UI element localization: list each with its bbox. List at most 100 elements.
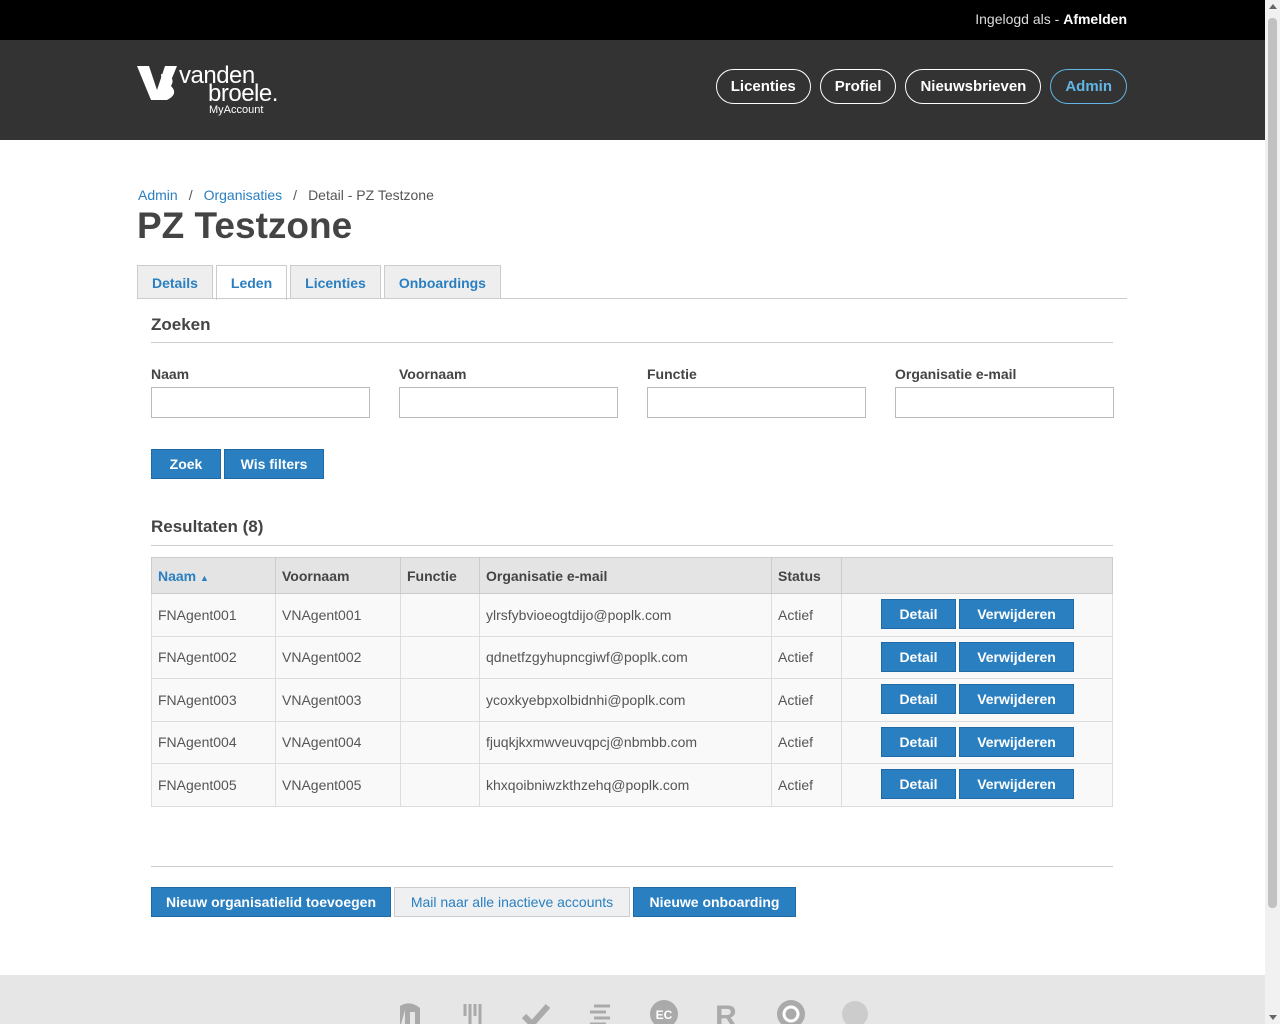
r-icon[interactable]: R	[712, 1000, 740, 1024]
tab-onboardings[interactable]: Onboardings	[383, 265, 501, 299]
detail-button[interactable]: Detail	[881, 641, 956, 672]
search-divider	[151, 342, 1113, 343]
brand-logo-2-icon[interactable]	[459, 1000, 487, 1024]
brand-logo-7-icon[interactable]	[777, 1000, 805, 1024]
delete-button[interactable]: Verwijderen	[959, 599, 1074, 629]
delete-button[interactable]: Verwijderen	[959, 726, 1074, 757]
detail-button[interactable]: Detail	[881, 769, 956, 799]
cell-voornaam: VNAgent002	[275, 635, 401, 679]
delete-button[interactable]: Verwijderen	[959, 769, 1074, 799]
col-naam-header[interactable]: Naam ▲	[151, 557, 276, 594]
logout-link[interactable]: Afmelden	[1063, 11, 1127, 27]
brand-logo-4-icon[interactable]	[586, 1000, 614, 1024]
cell-actions: Detail Verwijderen	[841, 678, 1113, 722]
top-bar: Ingelogd als - Afmelden	[0, 0, 1265, 40]
naam-input[interactable]	[151, 387, 370, 418]
cell-functie	[400, 763, 480, 807]
table-row: FNAgent001 VNAgent001 ylrsfybvioeogtdijo@p…	[151, 593, 1113, 637]
cell-status: Actief	[771, 678, 842, 722]
functie-input[interactable]	[647, 387, 866, 418]
cell-email: ycoxkyebpxolbidnhi@poplk.com	[479, 678, 772, 722]
breadcrumb: Admin / Organisaties / Detail - PZ Testzone	[138, 187, 434, 203]
cell-status: Actief	[771, 763, 842, 807]
cell-voornaam: VNAgent003	[275, 678, 401, 722]
cell-status: Actief	[771, 593, 842, 637]
nav-profiel[interactable]: Profiel	[819, 69, 897, 104]
cell-naam: FNAgent001	[151, 593, 276, 637]
breadcrumb-organisaties[interactable]: Organisaties	[204, 187, 283, 203]
nav-licenties[interactable]: Licenties	[715, 69, 811, 104]
cell-functie	[400, 593, 480, 637]
ec-icon[interactable]: EC	[650, 1000, 678, 1024]
brand-logo-3-icon[interactable]	[522, 1000, 550, 1024]
cell-actions: Detail Verwijderen	[841, 635, 1113, 679]
cell-naam: FNAgent005	[151, 763, 276, 807]
zoek-button[interactable]: Zoek	[151, 449, 221, 479]
detail-button[interactable]: Detail	[881, 726, 956, 757]
cell-email: khxqoibniwzkthzehq@poplk.com	[479, 763, 772, 807]
tab-leden[interactable]: Leden	[215, 265, 288, 300]
cell-status: Actief	[771, 720, 842, 764]
page-scrollbar[interactable]	[1265, 0, 1280, 1024]
nav-admin[interactable]: Admin	[1050, 69, 1127, 104]
scrollbar-thumb[interactable]	[1268, 18, 1277, 908]
col-functie-header[interactable]: Functie	[400, 557, 480, 594]
col-status-header[interactable]: Status	[771, 557, 842, 594]
cell-status: Actief	[771, 635, 842, 679]
cell-naam: FNAgent004	[151, 720, 276, 764]
tab-divider	[137, 298, 1127, 299]
table-row: FNAgent002 VNAgent002 qdnetfzgyhupncgiwf@p…	[151, 635, 1113, 679]
tab-details[interactable]: Details	[137, 265, 213, 299]
results-table: Naam ▲ Voornaam Functie Organisatie e-ma…	[151, 557, 1113, 807]
tab-bar: Details Leden Licenties Onboardings	[137, 265, 501, 300]
delete-button[interactable]: Verwijderen	[959, 641, 1074, 672]
cell-functie	[400, 678, 480, 722]
new-onboarding-button[interactable]: Nieuwe onboarding	[633, 887, 796, 917]
naam-label: Naam	[151, 366, 190, 382]
col-actions-header	[841, 557, 1113, 594]
table-header-row: Naam ▲ Voornaam Functie Organisatie e-ma…	[151, 557, 1113, 594]
email-input[interactable]	[895, 387, 1114, 418]
voornaam-label: Voornaam	[399, 366, 467, 382]
tab-licenties[interactable]: Licenties	[290, 265, 381, 299]
brand-logo-8-icon[interactable]	[841, 1000, 869, 1024]
cell-actions: Detail Verwijderen	[841, 593, 1113, 637]
cell-functie	[400, 635, 480, 679]
logo-subtitle: MyAccount	[209, 104, 264, 116]
table-row: FNAgent005 VNAgent005 khxqoibniwzkthzehq@p…	[151, 763, 1113, 807]
delete-button[interactable]: Verwijderen	[959, 684, 1074, 714]
cell-naam: FNAgent002	[151, 635, 276, 679]
wis-filters-button[interactable]: Wis filters	[224, 449, 324, 479]
svg-text:EC: EC	[656, 1008, 673, 1022]
table-row: FNAgent004 VNAgent004 fjuqkjkxmwveuvqpcj@n…	[151, 720, 1113, 764]
footer: EC R	[0, 975, 1265, 1024]
login-status: Ingelogd als - Afmelden	[975, 11, 1127, 27]
breadcrumb-separator: /	[188, 187, 193, 203]
mail-inactive-button[interactable]: Mail naar alle inactieve accounts	[394, 887, 630, 917]
breadcrumb-current: Detail - PZ Testzone	[308, 187, 434, 203]
vb-logo-icon	[137, 66, 177, 100]
scroll-down-icon[interactable]	[1269, 1015, 1277, 1020]
cell-actions: Detail Verwijderen	[841, 720, 1113, 764]
col-voornaam-header[interactable]: Voornaam	[275, 557, 401, 594]
cell-functie	[400, 720, 480, 764]
search-heading: Zoeken	[151, 315, 211, 334]
page-title: PZ Testzone	[137, 205, 353, 246]
svg-text:R: R	[715, 1000, 737, 1024]
cell-naam: FNAgent003	[151, 678, 276, 722]
cell-email: qdnetfzgyhupncgiwf@poplk.com	[479, 635, 772, 679]
add-member-button[interactable]: Nieuw organisatielid toevoegen	[151, 887, 391, 917]
breadcrumb-admin[interactable]: Admin	[138, 187, 178, 203]
brand-logo-1-icon[interactable]	[396, 1000, 424, 1024]
cell-voornaam: VNAgent001	[275, 593, 401, 637]
col-email-header[interactable]: Organisatie e-mail	[479, 557, 772, 594]
email-label: Organisatie e-mail	[895, 366, 1017, 382]
vandenbroele-logo[interactable]: vanden broele. MyAccount	[137, 62, 297, 120]
nav-nieuwsbrieven[interactable]: Nieuwsbrieven	[905, 69, 1042, 104]
detail-button[interactable]: Detail	[881, 684, 956, 714]
scroll-up-icon[interactable]	[1269, 4, 1277, 9]
results-divider	[151, 545, 1113, 546]
logged-in-label: Ingelogd als -	[975, 11, 1060, 27]
detail-button[interactable]: Detail	[881, 599, 956, 629]
voornaam-input[interactable]	[399, 387, 618, 418]
